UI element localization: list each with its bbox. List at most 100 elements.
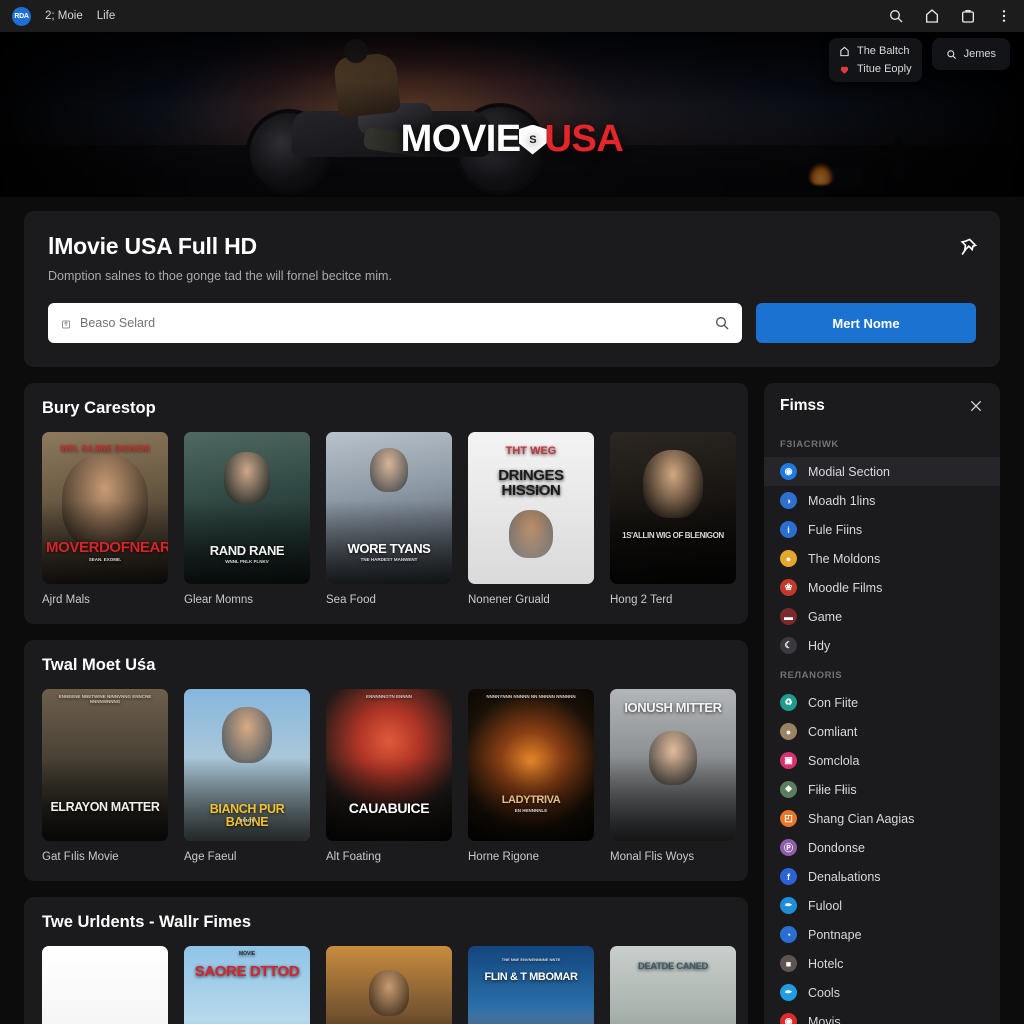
submit-button[interactable]: Mert Nome: [756, 303, 976, 343]
movie-poster[interactable]: RAND RANE WNNL PNLK PLNKV: [184, 432, 310, 584]
movie-card[interactable]: DEATDE CANED: [610, 946, 736, 1024]
sidebar-item-con-fiite[interactable]: ♻ Con Fiite: [764, 688, 1000, 717]
movie-poster[interactable]: [42, 946, 168, 1024]
movie-poster[interactable]: MOVIE SAORE DTTOD: [184, 946, 310, 1024]
poster-headline: LADYTRIVA: [501, 794, 561, 806]
sidebar-item-the-moldons[interactable]: ● The Moldons: [764, 544, 1000, 573]
section-title: Twe Urldents - Wallr Fimes: [42, 913, 252, 931]
poster-headline: DRINGES HISSION: [498, 467, 564, 499]
sections-host: Bury Carestop WEL SAJINE DIGNOM MOVERDOFNE…: [24, 383, 748, 1024]
circle-icon: ◑: [780, 492, 797, 509]
pinterest-icon: Ⓟ: [780, 839, 797, 856]
movie-poster[interactable]: BIANCH PUR BAUNE BNNTE: [184, 689, 310, 841]
poster-row: ENNEENE NNETWINE NINNVNNG ENNCNE NNNNWNN…: [42, 689, 736, 863]
movie-card[interactable]: RAND RANE WNNL PNLK PLNKV Glear Momns: [184, 432, 310, 606]
sidebar-item-pontnape[interactable]: ◔ Pontnape: [764, 920, 1000, 949]
movie-card[interactable]: NNNNYNNN NNNNN NN NNNNN NNNNNN LADYTRIVA E…: [468, 689, 594, 863]
poster-overline: ENNEENE NNETWINE NINNVNNG ENNCNE NNNNWNN…: [58, 694, 152, 704]
sidebar-item-modial-section[interactable]: ◉ Modial Section: [764, 457, 1000, 486]
hero-pill-row-favorite[interactable]: Titue Eoply: [839, 63, 912, 75]
movie-card[interactable]: ENNEENE NNETWINE NINNVNNG ENNCNE NNNNWNN…: [42, 689, 168, 863]
upload-icon: [60, 317, 72, 330]
movie-poster[interactable]: [326, 946, 452, 1024]
hero-pill-right[interactable]: Jemes: [931, 38, 1010, 70]
movie-poster[interactable]: NNNNYNNN NNNNN NN NNNNN NNNNNN LADYTRIVA E…: [468, 689, 594, 841]
globe-icon: ◉: [780, 463, 797, 480]
page-subtitle: Domption salnes to thoe gonge tad the wi…: [48, 269, 392, 283]
user-icon: ◔: [780, 926, 797, 943]
sidebar-item-game[interactable]: ▬ Game: [764, 602, 1000, 631]
sidebar-item-hotelc[interactable]: ■ Hotelc: [764, 949, 1000, 978]
movie-card[interactable]: BIANCH PUR BAUNE BNNTE Áge Faeul: [184, 689, 310, 863]
sidebar-item-dondonse[interactable]: Ⓟ Dondonse: [764, 833, 1000, 862]
sidebar-item-moodle-films[interactable]: ❀ Moodle Films: [764, 573, 1000, 602]
movie-poster[interactable]: DEATDE CANED: [610, 946, 736, 1024]
movie-card[interactable]: THT WEG DRINGES HISSION W9 2ALOW Nonener Gr…: [468, 432, 594, 606]
sidebar-item-moadh-1lins[interactable]: ◑ Moadh 1lins: [764, 486, 1000, 515]
movie-caption: Hong 2 Terd: [610, 594, 673, 606]
search-input[interactable]: [80, 316, 706, 330]
sidebar-item-somclola[interactable]: ▣ Somclola: [764, 746, 1000, 775]
movie-poster[interactable]: 1S'ALLIN WIG OF BLENIGON: [610, 432, 736, 584]
movie-caption: Ajrd Mals: [42, 594, 90, 606]
search-icon[interactable]: [888, 8, 904, 24]
section-card: Twal Moet Uśa ENNEENE NNETWINE NINNVNNG E…: [24, 640, 748, 881]
poster-overline: WEL SAJINE DIGNOM: [60, 443, 150, 453]
hero-pill-row-home[interactable]: The Baltch: [839, 45, 912, 57]
section-card: Bury Carestop WEL SAJINE DIGNOM MOVERDOFNE…: [24, 383, 748, 624]
browser-second-label[interactable]: Life: [97, 10, 116, 22]
poster-scrim: [326, 946, 452, 1024]
poster-overline: THT WEG: [505, 445, 557, 457]
movie-caption: Alt Foating: [326, 851, 381, 863]
movie-card[interactable]: IONUSH MITTER Monal Flis Woys: [610, 689, 736, 863]
hero-pill-left[interactable]: The Baltch Titue Eoply: [828, 38, 922, 82]
sidebar-item-movis[interactable]: ◉ Movis: [764, 1007, 1000, 1024]
movie-card[interactable]: WORE TYANS TNE HARDEST MANWENT Sea Food: [326, 432, 452, 606]
movie-poster[interactable]: TNE NNE ENVNENNNNE NNTE FLIN & T MBOMAR: [468, 946, 594, 1024]
sidebar-item-comliant[interactable]: ● Comliant: [764, 717, 1000, 746]
pin-icon[interactable]: [958, 237, 978, 257]
sidebar-item-denal-ations[interactable]: f Denalьations: [764, 862, 1000, 891]
content-split: Bury Carestop WEL SAJINE DIGNOM MOVERDOFNE…: [24, 383, 1000, 1024]
movie-poster[interactable]: ENNNNNGTN ENNNN CAUABUICE: [326, 689, 452, 841]
bag-icon[interactable]: [960, 8, 976, 24]
movie-card[interactable]: ENNNNNGTN ENNNN CAUABUICE Alt Foating: [326, 689, 452, 863]
palette-icon: ❖: [780, 781, 797, 798]
movie-poster[interactable]: THT WEG DRINGES HISSION W9 2ALOW: [468, 432, 594, 584]
home-icon[interactable]: [924, 8, 940, 24]
hero-pill-favorite-label: Titue Eoply: [856, 63, 912, 75]
sidebar-item-fulo-l[interactable]: ✒ Fuloοl: [764, 891, 1000, 920]
movie-card[interactable]: [42, 946, 168, 1024]
sidebar-item-label: Pontnape: [808, 927, 862, 942]
search-icon[interactable]: [714, 315, 730, 331]
movie-poster[interactable]: WEL SAJINE DIGNOM MOVERDOFNEAR SEAN. EXOME…: [42, 432, 168, 584]
sidebar-item-label: Hotelc: [808, 956, 844, 971]
movie-card[interactable]: TNE NNE ENVNENNNNE NNTE FLIN & T MBOMAR: [468, 946, 594, 1024]
movie-poster[interactable]: IONUSH MITTER: [610, 689, 736, 841]
movie-card[interactable]: [326, 946, 452, 1024]
sidebar-item-shang-cian-aagias[interactable]: ◰ Shang Cian Aagias: [764, 804, 1000, 833]
topbar-icon-group: [888, 8, 1012, 24]
movie-card[interactable]: 1S'ALLIN WIG OF BLENIGON Hong 2 Terd: [610, 432, 736, 606]
sidebar-item-fule-fiins[interactable]: i Fule Fiins: [764, 515, 1000, 544]
movie-poster[interactable]: WORE TYANS TNE HARDEST MANWENT: [326, 432, 452, 584]
browser-tab-label[interactable]: 2; Moie: [45, 10, 83, 22]
movie-poster[interactable]: ENNEENE NNETWINE NINNVNNG ENNCNE NNNNWNN…: [42, 689, 168, 841]
sidebar-item-fi-ie-f-iis[interactable]: ❖ Fiłie Fłiis: [764, 775, 1000, 804]
sidebar-item-cools[interactable]: ✒ Cools: [764, 978, 1000, 1007]
search-field[interactable]: [48, 303, 742, 343]
poster-scrim: [610, 946, 736, 1024]
poster-headline: WORE TYANS: [347, 541, 431, 556]
sidebar-item-hdy[interactable]: ☾ Hdy: [764, 631, 1000, 660]
browser-top-bar: RDA 2; Moie Life: [0, 0, 1024, 32]
hero-pill-row-search[interactable]: Jemes: [946, 48, 996, 60]
close-icon[interactable]: [968, 398, 984, 414]
instagram-icon: ▣: [780, 752, 797, 769]
shield-badge-icon: S: [518, 124, 547, 155]
kebab-menu-icon[interactable]: [996, 8, 1012, 24]
movie-card[interactable]: MOVIE SAORE DTTOD: [184, 946, 310, 1024]
sidebar-item-label: Comliant: [808, 724, 858, 739]
moon-icon: ☾: [780, 637, 797, 654]
movie-card[interactable]: WEL SAJINE DIGNOM MOVERDOFNEAR SEAN. EXOME…: [42, 432, 168, 606]
sidebar-item-label: Somclola: [808, 753, 860, 768]
